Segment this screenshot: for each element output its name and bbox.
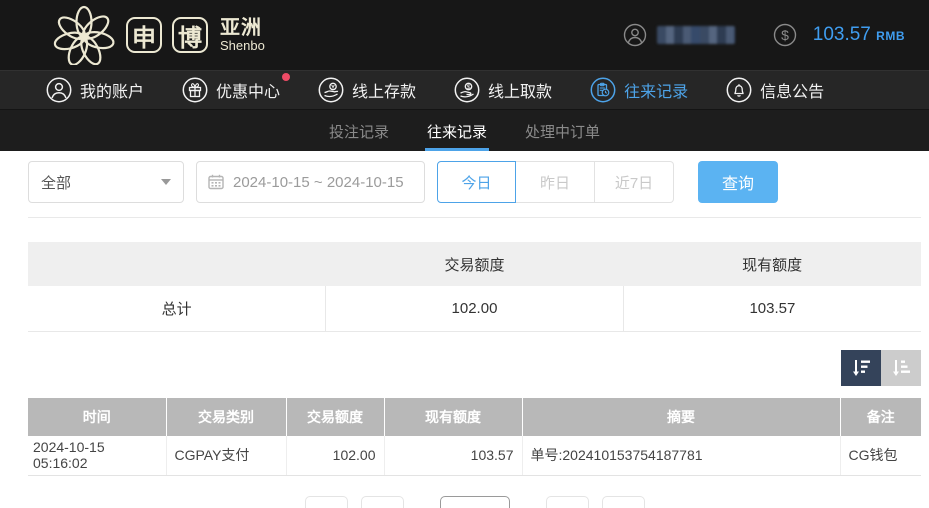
query-button[interactable]: 查询: [698, 161, 778, 203]
notification-dot: [282, 73, 291, 81]
nav-item-my-account[interactable]: 我的账户: [46, 77, 144, 103]
col-header-trade-type: 交易类别: [165, 397, 286, 436]
col-header-time: 时间: [28, 397, 166, 436]
sub-nav: 投注记录 往来记录 处理中订单: [0, 110, 929, 151]
tab-processing-orders[interactable]: 处理中订单: [523, 111, 602, 151]
username-blurred[interactable]: [656, 26, 735, 44]
logo-char-shen: 申: [126, 17, 162, 53]
summary-header-empty: [28, 242, 326, 286]
user-avatar-icon[interactable]: [623, 23, 647, 47]
gift-icon: [182, 77, 208, 103]
balance-currency: RMB: [876, 29, 905, 43]
transactions-table: 时间 交易类别 交易额度 现有额度 摘要 备注 2024-10-15 05:16…: [28, 397, 921, 476]
filter-bar: 全部 2024-10-15 ~ 2024-10-15 今日 昨日 近7日 查询: [28, 161, 929, 203]
nav-label: 往来记录: [624, 84, 689, 101]
pagination-current-page[interactable]: [439, 496, 510, 508]
yesterday-button[interactable]: 昨日: [516, 161, 595, 203]
nav-label: 线上取款: [488, 84, 553, 101]
summary-header-trade-amount: 交易额度: [325, 242, 624, 286]
sort-descending-button[interactable]: [841, 349, 881, 386]
top-bar: 申 博 亚洲 Shenbo $ 103.57 RMB: [0, 0, 929, 70]
summary-trade-value: 102.00: [325, 286, 624, 332]
balance-amount: 103.57: [812, 24, 871, 45]
summary-header-current-balance: 现有额度: [623, 242, 921, 286]
bell-icon: [726, 77, 752, 103]
cell-trade-type: CGPAY支付: [165, 435, 286, 476]
svg-text:$: $: [467, 84, 471, 91]
cell-current-balance: 103.57: [383, 435, 522, 476]
today-button[interactable]: 今日: [437, 161, 516, 203]
logo-wordmark: 亚洲 Shenbo: [220, 16, 265, 53]
type-select[interactable]: 全部: [28, 161, 184, 203]
withdraw-icon: $: [454, 77, 480, 103]
account-area: $ 103.57 RMB: [623, 23, 905, 47]
sort-controls: [28, 349, 921, 386]
sort-ascending-icon: [893, 359, 910, 376]
nav-item-promotions[interactable]: 优惠中心: [182, 73, 291, 103]
logo-english-text: Shenbo: [220, 37, 265, 53]
sort-descending-icon: [853, 359, 870, 376]
summary-header-row: 交易额度 现有额度: [28, 242, 921, 286]
date-range-value: 2024-10-15 ~ 2024-10-15: [233, 173, 404, 191]
section-divider: [28, 217, 921, 218]
summary-total-label: 总计: [28, 286, 326, 332]
quick-date-buttons: 今日 昨日 近7日: [437, 161, 674, 203]
col-header-trade-amount: 交易额度: [285, 397, 384, 436]
summary-balance-value: 103.57: [622, 286, 921, 332]
lotus-flower-icon: [53, 5, 115, 65]
calendar-icon: [208, 174, 224, 190]
brand-logo[interactable]: 申 博 亚洲 Shenbo: [52, 5, 265, 65]
nav-label: 信息公告: [760, 84, 825, 101]
balance-display[interactable]: 103.57 RMB: [813, 24, 905, 46]
nav-item-deposit[interactable]: 线上存款: [318, 77, 416, 103]
tab-transaction-records[interactable]: 往来记录: [424, 111, 490, 151]
user-icon: [46, 77, 72, 103]
date-range-input[interactable]: 2024-10-15 ~ 2024-10-15: [196, 161, 425, 203]
logo-region-text: 亚洲: [220, 16, 262, 39]
type-select-value: 全部: [41, 174, 72, 192]
tab-betting-records[interactable]: 投注记录: [327, 111, 391, 151]
sort-ascending-button[interactable]: [881, 349, 921, 386]
pagination-button-1[interactable]: [304, 496, 348, 508]
cell-summary: 单号:202410153754187781: [521, 435, 840, 476]
cell-time: 2024-10-15 05:16:02: [28, 435, 166, 476]
col-header-current-balance: 现有额度: [383, 397, 522, 436]
summary-table: 交易额度 现有额度 总计 102.00 103.57: [28, 242, 921, 332]
svg-text:$: $: [781, 27, 789, 43]
nav-item-withdraw[interactable]: $ 线上取款: [454, 77, 552, 103]
col-header-remark: 备注: [839, 397, 921, 436]
cell-remark: CG钱包: [839, 435, 921, 476]
last-7-days-button[interactable]: 近7日: [595, 161, 674, 203]
main-nav: 我的账户 优惠中心 线上存款 $ 线上取款 往来记录 信息公告: [0, 70, 929, 110]
nav-label: 线上存款: [352, 84, 417, 101]
pagination: [28, 496, 921, 508]
table-row: 2024-10-15 05:16:02 CGPAY支付 102.00 103.5…: [28, 435, 921, 476]
cell-trade-amount: 102.00: [285, 435, 384, 476]
nav-item-announcements[interactable]: 信息公告: [726, 77, 824, 103]
logo-char-bo: 博: [172, 17, 208, 53]
records-icon: [590, 77, 616, 103]
pagination-button-4[interactable]: [545, 496, 589, 508]
pagination-button-5[interactable]: [601, 496, 645, 508]
pagination-button-2[interactable]: [360, 496, 404, 508]
chevron-down-icon: [161, 179, 171, 185]
deposit-icon: [318, 77, 344, 103]
wallet-dollar-icon[interactable]: $: [773, 23, 797, 47]
summary-total-row: 总计 102.00 103.57: [28, 286, 921, 332]
col-header-summary: 摘要: [521, 397, 840, 436]
table-header-row: 时间 交易类别 交易额度 现有额度 摘要 备注: [28, 397, 921, 436]
nav-label: 我的账户: [80, 84, 145, 101]
nav-item-transaction-records[interactable]: 往来记录: [590, 77, 688, 103]
nav-label: 优惠中心: [216, 84, 281, 101]
